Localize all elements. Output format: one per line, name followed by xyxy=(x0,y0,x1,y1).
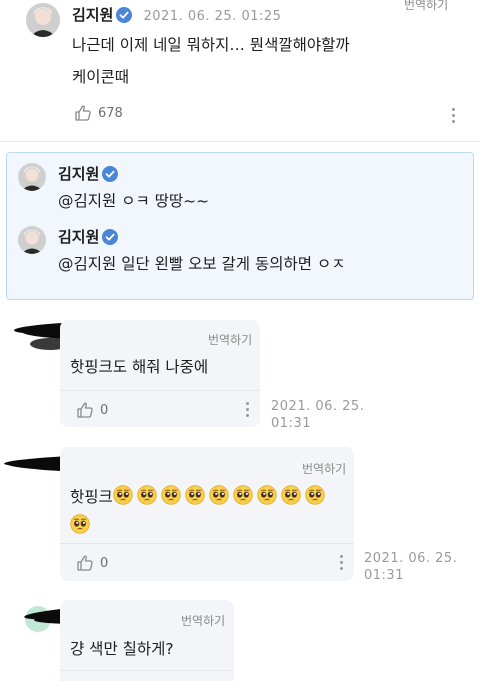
comment-timestamp-date: 2021. 06. 25. xyxy=(271,399,365,414)
author-avatar[interactable] xyxy=(26,3,60,37)
like-button[interactable] xyxy=(74,104,92,126)
post-text-line: 나근데 이제 네일 뭐하지… 뭔색깔해야할까 xyxy=(72,36,350,54)
post-timestamp: 2021. 06. 25. 01:25 xyxy=(143,9,282,24)
divider xyxy=(0,141,480,142)
more-options-icon[interactable] xyxy=(245,402,249,420)
verified-badge-icon xyxy=(116,7,133,27)
reply-avatar[interactable] xyxy=(18,226,46,254)
comment-timestamp: 2021. 06. 25. 01:31 xyxy=(364,550,457,584)
pleading-face-emoji xyxy=(209,485,229,513)
pleading-face-emoji xyxy=(305,485,325,513)
post-header: 김지원 2021. 06. 25. 01:25 xyxy=(72,4,281,27)
divider xyxy=(60,670,234,671)
comment-timestamp-date: 2021. 06. 25. xyxy=(364,551,458,566)
pleading-face-emoji xyxy=(233,485,253,513)
like-button[interactable] xyxy=(76,401,94,423)
comment-card: 번역하기 핫핑크 0 xyxy=(60,447,354,581)
reply-header: 김지원 xyxy=(58,226,119,249)
more-options-icon[interactable] xyxy=(339,555,343,573)
pleading-face-emoji xyxy=(70,514,90,542)
verified-badge-icon xyxy=(102,166,119,186)
more-options-icon[interactable] xyxy=(451,108,455,126)
post-text: 나근데 이제 네일 뭐하지… 뭔색깔해야할까 케이콘때 xyxy=(72,32,472,90)
thumbs-up-icon xyxy=(77,402,93,418)
reply-avatar[interactable] xyxy=(18,163,46,191)
reply-header: 김지원 xyxy=(58,163,119,186)
like-count: 678 xyxy=(98,106,123,121)
thumbs-up-icon xyxy=(77,555,93,571)
comment-text: 핫핑크 xyxy=(70,484,350,542)
pleading-face-emoji xyxy=(137,485,157,513)
like-count: 0 xyxy=(100,403,109,418)
thumbs-up-icon xyxy=(75,105,91,121)
reply-text: @김지원 ㅇㅋ 땅땅~~ xyxy=(58,192,210,210)
reply-author-name[interactable]: 김지원 xyxy=(58,228,99,246)
translate-button[interactable]: 번역하기 xyxy=(181,612,225,629)
comment-text-label: 핫핑크 xyxy=(70,488,113,506)
post-text-line: 케이콘때 xyxy=(72,68,130,86)
pleading-face-emoji xyxy=(185,485,205,513)
comment-text: 핫핑크도 해줘 나중에 xyxy=(70,358,209,376)
pleading-face-emoji xyxy=(113,485,133,513)
comment-text: 걍 색만 칠하게? xyxy=(70,640,174,658)
pleading-face-emoji xyxy=(281,485,301,513)
reply-author-name[interactable]: 김지원 xyxy=(58,165,99,183)
comment-timestamp-time: 01:31 xyxy=(271,416,311,431)
comment-timestamp: 2021. 06. 25. 01:31 xyxy=(271,398,364,432)
comment-card: 번역하기 핫핑크도 해줘 나중에 0 xyxy=(60,320,260,427)
translate-button[interactable]: 번역하기 xyxy=(404,0,448,13)
reply-text: @김지원 일단 왼빨 오보 갈게 동의하면 ㅇㅈ xyxy=(58,255,346,273)
author-name[interactable]: 김지원 xyxy=(72,6,113,24)
translate-button[interactable]: 번역하기 xyxy=(208,331,252,348)
comment-timestamp-time: 01:31 xyxy=(364,568,404,583)
divider xyxy=(60,543,354,544)
pleading-face-emoji xyxy=(257,485,277,513)
divider xyxy=(60,390,260,391)
like-count: 0 xyxy=(100,556,109,571)
like-button[interactable] xyxy=(76,554,94,576)
verified-badge-icon xyxy=(102,229,119,249)
translate-button[interactable]: 번역하기 xyxy=(302,460,346,477)
comment-card: 번역하기 걍 색만 칠하게? xyxy=(60,600,234,681)
pleading-face-emoji xyxy=(161,485,181,513)
